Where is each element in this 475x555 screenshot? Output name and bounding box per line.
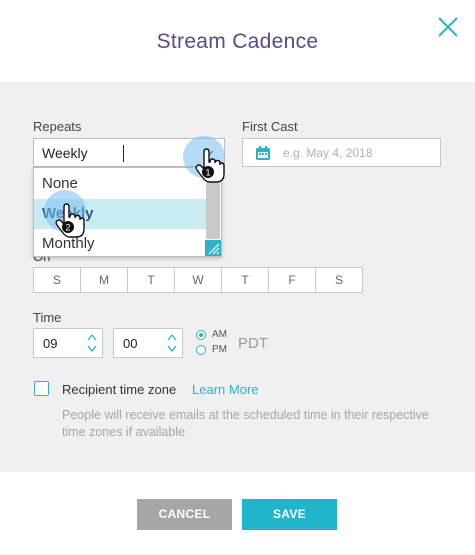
hour-stepper[interactable]: 09 (33, 328, 103, 358)
save-button[interactable]: SAVE (242, 499, 337, 530)
learn-more-link[interactable]: Learn More (192, 382, 258, 397)
calendar-icon (256, 146, 270, 160)
dialog-header: Stream Cadence (0, 0, 475, 82)
tap-number-1: 1 (205, 168, 210, 178)
resize-grip-icon (208, 243, 220, 255)
hour-value: 09 (43, 336, 58, 351)
stepper-arrows-icon[interactable] (86, 331, 98, 355)
text-cursor (123, 145, 124, 162)
resize-handle[interactable] (205, 240, 221, 256)
am-radio[interactable] (196, 330, 206, 340)
first-cast-label: First Cast (242, 119, 298, 134)
day-monday[interactable]: M (81, 268, 128, 292)
repeats-label: Repeats (33, 119, 82, 134)
pm-label: PM (212, 344, 227, 355)
stepper-arrows-icon[interactable] (166, 331, 178, 355)
tap-number-2: 2 (65, 223, 70, 233)
repeats-select-value: Weekly (42, 145, 88, 161)
day-thursday[interactable]: T (222, 268, 269, 292)
hand-pointer-icon: 1 (195, 148, 225, 183)
day-saturday[interactable]: S (316, 268, 362, 292)
first-cast-input[interactable]: e.g. May 4, 2018 (242, 138, 441, 167)
minute-value: 00 (123, 336, 138, 351)
recipient-timezone-checkbox[interactable] (34, 381, 49, 396)
minute-stepper[interactable]: 00 (113, 328, 183, 358)
day-picker: S M T W T F S (33, 267, 363, 293)
day-sunday[interactable]: S (34, 268, 81, 292)
day-friday[interactable]: F (269, 268, 316, 292)
recipient-timezone-help: People will receive emails at the schedu… (62, 408, 429, 439)
first-cast-placeholder: e.g. May 4, 2018 (283, 146, 373, 160)
hand-pointer-icon: 2 (55, 203, 85, 238)
dialog-title: Stream Cadence (156, 30, 319, 53)
day-wednesday[interactable]: W (175, 268, 222, 292)
recipient-timezone-label: Recipient time zone (62, 382, 177, 397)
time-label: Time (33, 310, 62, 325)
close-button[interactable] (435, 14, 461, 40)
day-tuesday[interactable]: T (128, 268, 175, 292)
close-icon (438, 17, 458, 37)
am-label: AM (212, 329, 227, 340)
timezone-label: PDT (238, 335, 268, 352)
cancel-button[interactable]: CANCEL (137, 499, 232, 530)
pm-radio[interactable] (196, 345, 206, 355)
